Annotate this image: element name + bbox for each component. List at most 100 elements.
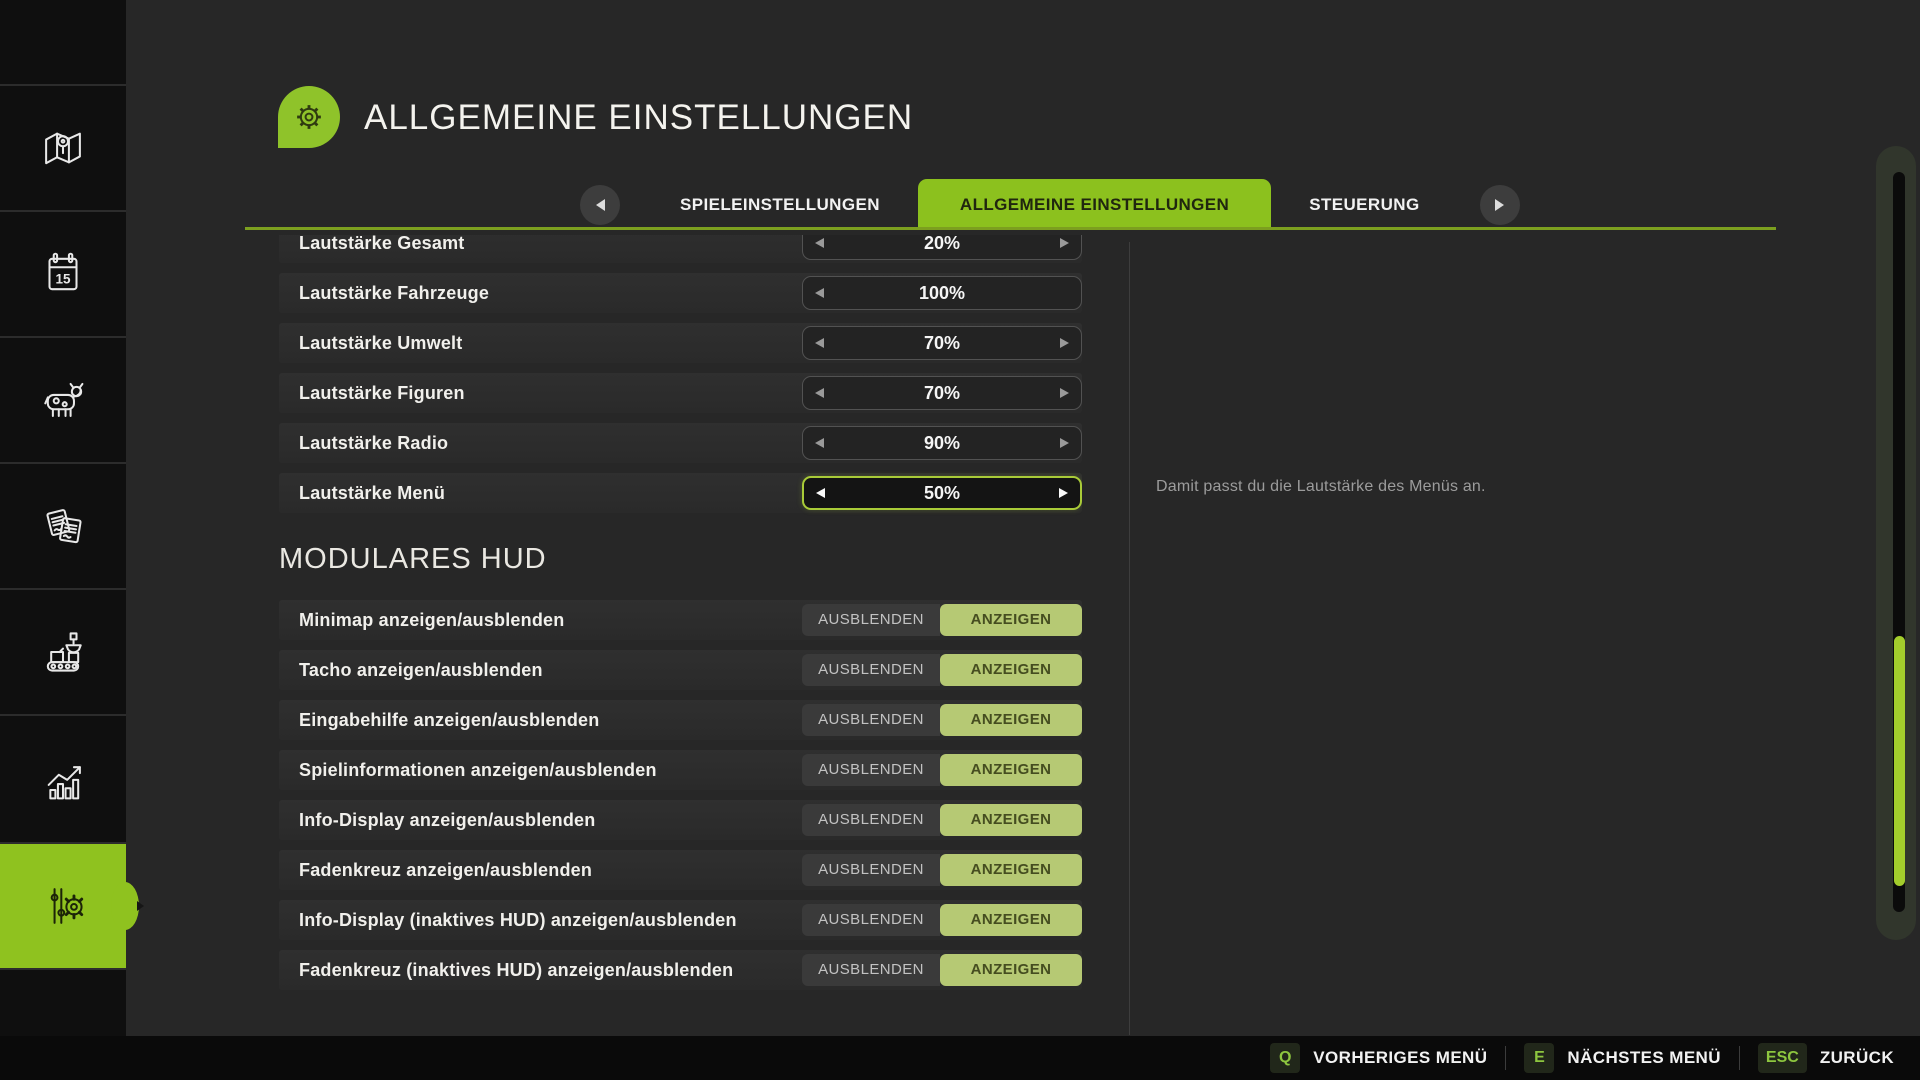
documents-icon (36, 499, 90, 553)
option-ausblenden[interactable]: AUSBLENDEN (802, 654, 940, 686)
option-ausblenden[interactable]: AUSBLENDEN (802, 704, 940, 736)
hud-toggle-row[interactable]: Info-Display (inaktives HUD) anzeigen/au… (279, 900, 1082, 940)
key-hint-q[interactable]: Q VORHERIGES MENÜ (1270, 1043, 1487, 1073)
volume-row[interactable]: Lautstärke Menü50% (279, 473, 1082, 513)
option-anzeigen[interactable]: ANZEIGEN (940, 704, 1082, 736)
tab-spieleinstellungen[interactable]: SPIELEINSTELLUNGEN (642, 179, 918, 230)
hud-toggle-row[interactable]: Eingabehilfe anzeigen/ausblendenAUSBLEND… (279, 700, 1082, 740)
section-title: MODULARES HUD (279, 543, 1082, 576)
cow-icon (36, 373, 90, 427)
keycap-q: Q (1270, 1043, 1300, 1073)
key-hint-e[interactable]: ENÄCHSTES MENÜ (1524, 1043, 1721, 1073)
setting-label: Lautstärke Umwelt (299, 333, 802, 354)
chevron-right-icon (1495, 199, 1504, 211)
scrollbar-rail (1876, 146, 1916, 940)
scrollbar-track[interactable] (1893, 172, 1905, 912)
sidebar-item-statistics[interactable] (0, 714, 126, 842)
increase-arrow-icon[interactable] (1060, 438, 1069, 448)
hint-label: NÄCHSTES MENÜ (1567, 1048, 1721, 1068)
map-icon (36, 121, 90, 175)
hud-toggle-row[interactable]: Fadenkreuz (inaktives HUD) anzeigen/ausb… (279, 950, 1082, 990)
volume-row[interactable]: Lautstärke Umwelt70% (279, 323, 1082, 363)
value-stepper[interactable]: 70% (802, 376, 1082, 410)
option-anzeigen[interactable]: ANZEIGEN (940, 604, 1082, 636)
keycap-esc: ESC (1758, 1043, 1807, 1073)
tab-allgemeine-einstellungen[interactable]: ALLGEMEINE EINSTELLUNGEN (918, 179, 1271, 230)
option-anzeigen[interactable]: ANZEIGEN (940, 904, 1082, 936)
scrollbar-thumb[interactable] (1894, 636, 1905, 886)
sidebar-item-calendar[interactable]: 15 (0, 210, 126, 336)
setting-label: Spielinformationen anzeigen/ausblenden (299, 760, 802, 781)
increase-arrow-icon[interactable] (1060, 238, 1069, 248)
active-tile-pointer-icon (137, 901, 144, 911)
decrease-arrow-icon[interactable] (815, 438, 824, 448)
volume-row[interactable]: Lautstärke Radio 90% (279, 423, 1082, 463)
sidebar-item-animals[interactable] (0, 336, 126, 462)
setting-label: Info-Display (inaktives HUD) anzeigen/au… (299, 910, 802, 931)
decrease-arrow-icon[interactable] (815, 338, 824, 348)
volume-row[interactable]: Lautstärke Figuren70% (279, 373, 1082, 413)
tabs-prev-button[interactable] (580, 185, 620, 225)
hud-toggle-row[interactable]: Tacho anzeigen/ausblendenAUSBLENDENANZEI… (279, 650, 1082, 690)
decrease-arrow-icon[interactable] (815, 388, 824, 398)
value-stepper[interactable]: 50% (802, 476, 1082, 510)
decrease-arrow-icon[interactable] (815, 238, 824, 248)
hud-toggle-row[interactable]: Fadenkreuz anzeigen/ausblendenAUSBLENDEN… (279, 850, 1082, 890)
sidebar-item-production[interactable] (0, 588, 126, 714)
stepper-value: 90% (924, 433, 960, 454)
show-hide-toggle: AUSBLENDENANZEIGEN (802, 654, 1082, 686)
option-anzeigen[interactable]: ANZEIGEN (940, 854, 1082, 886)
setting-label: Eingabehilfe anzeigen/ausblenden (299, 710, 802, 731)
key-hint-esc[interactable]: ESC ZURÜCK (1758, 1043, 1894, 1073)
hint-label: VORHERIGES MENÜ (1313, 1048, 1487, 1068)
chevron-left-icon (596, 199, 605, 211)
setting-label: Lautstärke Gesamt (299, 235, 802, 254)
increase-arrow-icon[interactable] (1060, 388, 1069, 398)
option-ausblenden[interactable]: AUSBLENDEN (802, 804, 940, 836)
tab-steuerung[interactable]: STEUERUNG (1271, 179, 1457, 230)
hint-separator (1505, 1046, 1506, 1070)
gear-icon (278, 86, 340, 148)
option-anzeigen[interactable]: ANZEIGEN (940, 804, 1082, 836)
stepper-value: 20% (924, 235, 960, 254)
sidebar-item-map[interactable] (0, 84, 126, 210)
decrease-arrow-icon[interactable] (816, 488, 825, 498)
sidebar-item-contracts[interactable] (0, 462, 126, 588)
key-hint-bar: Q VORHERIGES MENÜ ENÄCHSTES MENÜ ESC ZURÜCK (0, 1036, 1920, 1080)
value-stepper[interactable]: 100% (802, 276, 1082, 310)
option-ausblenden[interactable]: AUSBLENDEN (802, 954, 940, 986)
volume-row[interactable]: Lautstärke Gesamt 20% (279, 235, 1082, 263)
value-stepper[interactable]: 20% (802, 235, 1082, 260)
setting-label: Lautstärke Radio (299, 433, 802, 454)
value-stepper[interactable]: 90% (802, 426, 1082, 460)
settings-scroll-area[interactable]: Lautstärke Gesamt 20% Lautstärke Fahrzeuge… (279, 235, 1082, 1035)
sidebar: 15 (0, 0, 126, 1036)
option-ausblenden[interactable]: AUSBLENDEN (802, 604, 940, 636)
option-anzeigen[interactable]: ANZEIGEN (940, 654, 1082, 686)
setting-tooltip: Damit passt du die Lautstärke des Menüs … (1156, 478, 1486, 496)
option-ausblenden[interactable]: AUSBLENDEN (802, 754, 940, 786)
hint-label: ZURÜCK (1820, 1048, 1894, 1068)
value-stepper[interactable]: 70% (802, 326, 1082, 360)
volume-row[interactable]: Lautstärke Fahrzeuge100% (279, 273, 1082, 313)
option-anzeigen[interactable]: ANZEIGEN (940, 954, 1082, 986)
setting-label: Lautstärke Fahrzeuge (299, 283, 802, 304)
decrease-arrow-icon[interactable] (815, 288, 824, 298)
option-ausblenden[interactable]: AUSBLENDEN (802, 854, 940, 886)
settings-screen: 15 ALLGEMEINE EINSTELLUNGEN SPIELEINSTEL… (0, 0, 1920, 1080)
show-hide-toggle: AUSBLENDENANZEIGEN (802, 604, 1082, 636)
option-anzeigen[interactable]: ANZEIGEN (940, 754, 1082, 786)
sidebar-item-settings[interactable] (0, 842, 126, 968)
calendar-icon: 15 (36, 247, 90, 301)
hud-toggle-row[interactable]: Minimap anzeigen/ausblendenAUSBLENDENANZ… (279, 600, 1082, 640)
hud-toggle-row[interactable]: Spielinformationen anzeigen/ausblendenAU… (279, 750, 1082, 790)
option-ausblenden[interactable]: AUSBLENDEN (802, 904, 940, 936)
hint-separator (1739, 1046, 1740, 1070)
setting-label: Fadenkreuz anzeigen/ausblenden (299, 860, 802, 881)
stepper-value: 70% (924, 383, 960, 404)
increase-arrow-icon[interactable] (1059, 488, 1068, 498)
setting-label: Minimap anzeigen/ausblenden (299, 610, 802, 631)
hud-toggle-row[interactable]: Info-Display anzeigen/ausblendenAUSBLEND… (279, 800, 1082, 840)
increase-arrow-icon[interactable] (1060, 338, 1069, 348)
tabs-next-button[interactable] (1480, 185, 1520, 225)
